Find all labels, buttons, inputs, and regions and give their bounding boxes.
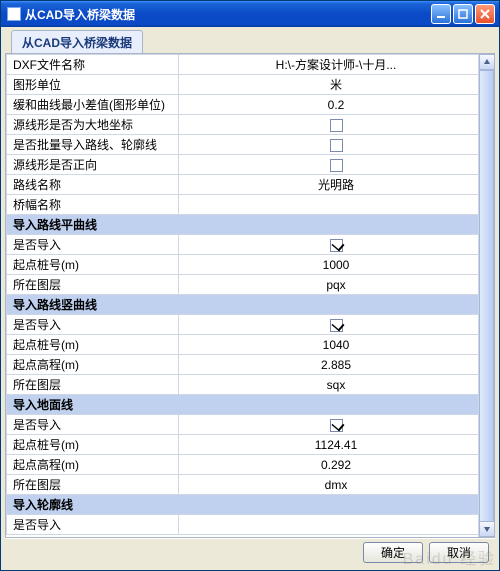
value-curve-min[interactable]: 0.2 <box>179 95 494 115</box>
label: 源线形是否为大地坐标 <box>7 115 179 135</box>
value-v-layer[interactable]: sqx <box>179 375 494 395</box>
row-g-import: 是否导入 <box>7 415 494 435</box>
label: 所在图层 <box>7 375 179 395</box>
row-bridge-name: 桥幅名称 <box>7 195 494 215</box>
section-hcurve: 导入路线平曲线 <box>7 215 494 235</box>
label: 桥幅名称 <box>7 195 179 215</box>
label: 是否导入 <box>7 235 179 255</box>
row-v-layer: 所在图层sqx <box>7 375 494 395</box>
row-g-elev: 起点高程(m)0.292 <box>7 455 494 475</box>
app-icon <box>7 7 21 21</box>
row-route-name: 路线名称光明路 <box>7 175 494 195</box>
label: 所在图层 <box>7 275 179 295</box>
label: 起点桩号(m) <box>7 255 179 275</box>
footer-bar: 确定 取消 <box>5 538 495 566</box>
row-g-layer: 所在图层dmx <box>7 475 494 495</box>
row-dxf-name: DXF文件名称H:\-方案设计师-\十月... <box>7 55 494 75</box>
value-route-name[interactable]: 光明路 <box>179 175 494 195</box>
value-g-start[interactable]: 1124.41 <box>179 435 494 455</box>
row-h-import: 是否导入 <box>7 235 494 255</box>
label: 源线形是否正向 <box>7 155 179 175</box>
row-v-start: 起点桩号(m)1040 <box>7 335 494 355</box>
maximize-button[interactable] <box>453 4 473 24</box>
row-h-layer: 所在图层pqx <box>7 275 494 295</box>
client-area: 从CAD导入桥梁数据 DXF文件名称H:\-方案设计师-\十月... 图形单位米… <box>1 27 499 570</box>
properties-grid: DXF文件名称H:\-方案设计师-\十月... 图形单位米 缓和曲线最小差值(图… <box>6 54 494 535</box>
properties-panel: DXF文件名称H:\-方案设计师-\十月... 图形单位米 缓和曲线最小差值(图… <box>5 53 495 538</box>
label: 是否导入 <box>7 315 179 335</box>
value-v-start[interactable]: 1040 <box>179 335 494 355</box>
row-v-import: 是否导入 <box>7 315 494 335</box>
window-frame: 从CAD导入桥梁数据 从CAD导入桥梁数据 DXF文件名称H:\-方案设计师-\… <box>0 0 500 571</box>
checkbox-src-earth[interactable] <box>330 119 343 132</box>
row-o-import: 是否导入 <box>7 515 494 535</box>
value-o-import[interactable] <box>179 515 494 535</box>
row-curve-min: 缓和曲线最小差值(图形单位)0.2 <box>7 95 494 115</box>
label: 起点桩号(m) <box>7 335 179 355</box>
close-button[interactable] <box>475 4 495 24</box>
label: 图形单位 <box>7 75 179 95</box>
tab-import[interactable]: 从CAD导入桥梁数据 <box>11 30 143 54</box>
section-outline: 导入轮廓线 <box>7 495 494 515</box>
row-v-elev: 起点高程(m)2.885 <box>7 355 494 375</box>
value-h-layer[interactable]: pqx <box>179 275 494 295</box>
checkbox-src-forward[interactable] <box>330 159 343 172</box>
value-g-elev[interactable]: 0.292 <box>179 455 494 475</box>
section-vcurve: 导入路线竖曲线 <box>7 295 494 315</box>
label: 起点桩号(m) <box>7 435 179 455</box>
label: 路线名称 <box>7 175 179 195</box>
scroll-down-button[interactable] <box>479 521 495 537</box>
checkbox-v-import[interactable] <box>330 319 343 332</box>
label: 起点高程(m) <box>7 455 179 475</box>
value-v-elev[interactable]: 2.885 <box>179 355 494 375</box>
value-shape-unit[interactable]: 米 <box>179 75 494 95</box>
ok-button[interactable]: 确定 <box>363 542 423 563</box>
row-src-forward: 源线形是否正向 <box>7 155 494 175</box>
label: 是否导入 <box>7 515 179 535</box>
vertical-scrollbar[interactable] <box>478 54 494 537</box>
window-title: 从CAD导入桥梁数据 <box>25 6 431 23</box>
titlebar-buttons <box>431 4 495 24</box>
scroll-up-button[interactable] <box>479 54 495 70</box>
row-src-earth: 源线形是否为大地坐标 <box>7 115 494 135</box>
value-h-start[interactable]: 1000 <box>179 255 494 275</box>
value-g-layer[interactable]: dmx <box>179 475 494 495</box>
titlebar[interactable]: 从CAD导入桥梁数据 <box>1 1 499 27</box>
checkbox-h-import[interactable] <box>330 239 343 252</box>
row-g-start: 起点桩号(m)1124.41 <box>7 435 494 455</box>
label: DXF文件名称 <box>7 55 179 75</box>
scroll-thumb[interactable] <box>479 70 494 530</box>
row-batch-import: 是否批量导入路线、轮廓线 <box>7 135 494 155</box>
value-dxf-name[interactable]: H:\-方案设计师-\十月... <box>179 55 494 75</box>
label: 是否导入 <box>7 415 179 435</box>
cancel-button[interactable]: 取消 <box>429 542 489 563</box>
row-h-start: 起点桩号(m)1000 <box>7 255 494 275</box>
label: 起点高程(m) <box>7 355 179 375</box>
checkbox-g-import[interactable] <box>330 419 343 432</box>
row-shape-unit: 图形单位米 <box>7 75 494 95</box>
tabstrip: 从CAD导入桥梁数据 <box>5 31 495 53</box>
label: 缓和曲线最小差值(图形单位) <box>7 95 179 115</box>
value-bridge-name[interactable] <box>179 195 494 215</box>
minimize-button[interactable] <box>431 4 451 24</box>
section-ground: 导入地面线 <box>7 395 494 415</box>
label: 是否批量导入路线、轮廓线 <box>7 135 179 155</box>
label: 所在图层 <box>7 475 179 495</box>
checkbox-batch-import[interactable] <box>330 139 343 152</box>
